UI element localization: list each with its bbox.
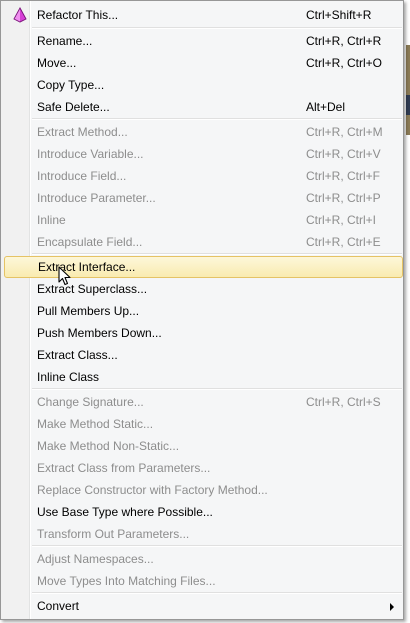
menu-separator	[32, 545, 402, 547]
menu-item-make-method-non-static: Make Method Non-Static...	[4, 435, 402, 457]
menu-item-label: Extract Class from Parameters...	[37, 461, 211, 475]
menu-item-shortcut: Ctrl+R, Ctrl+S	[306, 395, 381, 409]
menu-item-shortcut: Ctrl+R, Ctrl+E	[306, 235, 381, 249]
menu-item-label: Pull Members Up...	[37, 304, 140, 318]
menu-item-adjust-namespaces: Adjust Namespaces...	[4, 548, 402, 570]
menu-item-extract-class-from-parameters: Extract Class from Parameters...	[4, 457, 402, 479]
menu-item-label: Adjust Namespaces...	[37, 552, 154, 566]
menu-item-introduce-variable: Introduce Variable... Ctrl+R, Ctrl+V	[4, 143, 402, 165]
menu-item-label: Extract Superclass...	[37, 282, 148, 296]
menu-item-push-members-down[interactable]: Push Members Down...	[4, 322, 402, 344]
menu-item-extract-method: Extract Method... Ctrl+R, Ctrl+M	[4, 121, 402, 143]
menu-item-introduce-parameter: Introduce Parameter... Ctrl+R, Ctrl+P	[4, 187, 402, 209]
menu-separator	[32, 592, 402, 594]
menu-item-label: Rename...	[37, 34, 93, 48]
menu-separator	[32, 118, 402, 120]
menu-item-label: Move...	[37, 56, 77, 70]
refactor-context-menu: Refactor This... Ctrl+Shift+R Rename... …	[0, 0, 404, 620]
menu-item-refactor-this[interactable]: Refactor This... Ctrl+Shift+R	[4, 4, 402, 26]
menu-item-pull-members-up[interactable]: Pull Members Up...	[4, 300, 402, 322]
menu-item-extract-class[interactable]: Extract Class...	[4, 344, 402, 366]
menu-item-replace-constructor: Replace Constructor with Factory Method.…	[4, 479, 402, 501]
mouse-cursor-icon	[58, 266, 71, 286]
refactor-gem-icon	[13, 7, 27, 23]
menu-item-safe-delete[interactable]: Safe Delete... Alt+Del	[4, 96, 402, 118]
menu-item-shortcut: Ctrl+R, Ctrl+I	[306, 213, 377, 227]
menu-separator	[32, 27, 402, 29]
menu-item-label: Extract Class...	[37, 348, 118, 362]
menu-item-label: Inline	[37, 213, 66, 227]
menu-separator	[32, 388, 402, 390]
menu-item-label: Transform Out Parameters...	[37, 527, 190, 541]
menu-item-label: Push Members Down...	[37, 326, 162, 340]
menu-item-copy-type[interactable]: Copy Type...	[4, 74, 402, 96]
menu-item-label: Convert	[37, 599, 80, 613]
menu-item-change-signature: Change Signature... Ctrl+R, Ctrl+S	[4, 391, 402, 413]
menu-item-introduce-field: Introduce Field... Ctrl+R, Ctrl+F	[4, 165, 402, 187]
menu-item-use-base-type[interactable]: Use Base Type where Possible...	[4, 501, 402, 523]
menu-item-shortcut: Ctrl+R, Ctrl+V	[306, 147, 381, 161]
menu-item-label: Move Types Into Matching Files...	[37, 574, 216, 588]
menu-item-label: Encapsulate Field...	[37, 235, 143, 249]
menu-item-label: Inline Class	[37, 370, 100, 384]
chevron-right-icon	[390, 603, 394, 611]
menu-item-make-method-static: Make Method Static...	[4, 413, 402, 435]
menu-item-move-types: Move Types Into Matching Files...	[4, 570, 402, 592]
menu-item-label: Introduce Parameter...	[37, 191, 156, 205]
menu-item-label: Make Method Static...	[37, 417, 154, 431]
menu-item-inline-class[interactable]: Inline Class	[4, 366, 402, 388]
menu-item-label: Extract Method...	[37, 125, 128, 139]
menu-item-label: Safe Delete...	[37, 100, 110, 114]
menu-item-label: Extract Interface...	[38, 260, 136, 274]
menu-item-rename[interactable]: Rename... Ctrl+R, Ctrl+R	[4, 30, 402, 52]
menu-item-label: Make Method Non-Static...	[37, 439, 180, 453]
menu-item-shortcut: Ctrl+R, Ctrl+P	[306, 191, 381, 205]
menu-item-shortcut: Ctrl+R, Ctrl+F	[306, 169, 381, 183]
menu-item-label: Change Signature...	[37, 395, 144, 409]
menu-item-encapsulate-field: Encapsulate Field... Ctrl+R, Ctrl+E	[4, 231, 402, 253]
menu-item-shortcut: Ctrl+R, Ctrl+R	[306, 34, 382, 48]
menu-item-label: Copy Type...	[37, 78, 105, 92]
menu-item-shortcut: Alt+Del	[306, 100, 346, 114]
menu-item-shortcut: Ctrl+R, Ctrl+M	[306, 125, 383, 139]
menu-item-move[interactable]: Move... Ctrl+R, Ctrl+O	[4, 52, 402, 74]
menu-item-shortcut: Ctrl+Shift+R	[306, 8, 372, 22]
menu-item-label: Use Base Type where Possible...	[37, 505, 213, 519]
menu-item-label: Introduce Variable...	[37, 147, 144, 161]
background-window-edge	[406, 45, 410, 135]
menu-item-transform-out-parameters: Transform Out Parameters...	[4, 523, 402, 545]
menu-item-label: Refactor This...	[37, 8, 119, 22]
menu-item-label: Replace Constructor with Factory Method.…	[37, 483, 268, 497]
menu-item-convert[interactable]: Convert	[4, 595, 402, 617]
menu-item-label: Introduce Field...	[37, 169, 127, 183]
menu-item-inline: Inline Ctrl+R, Ctrl+I	[4, 209, 402, 231]
menu-item-shortcut: Ctrl+R, Ctrl+O	[306, 56, 383, 70]
background-window-edge-dark	[406, 95, 410, 115]
menu-separator	[32, 253, 402, 255]
